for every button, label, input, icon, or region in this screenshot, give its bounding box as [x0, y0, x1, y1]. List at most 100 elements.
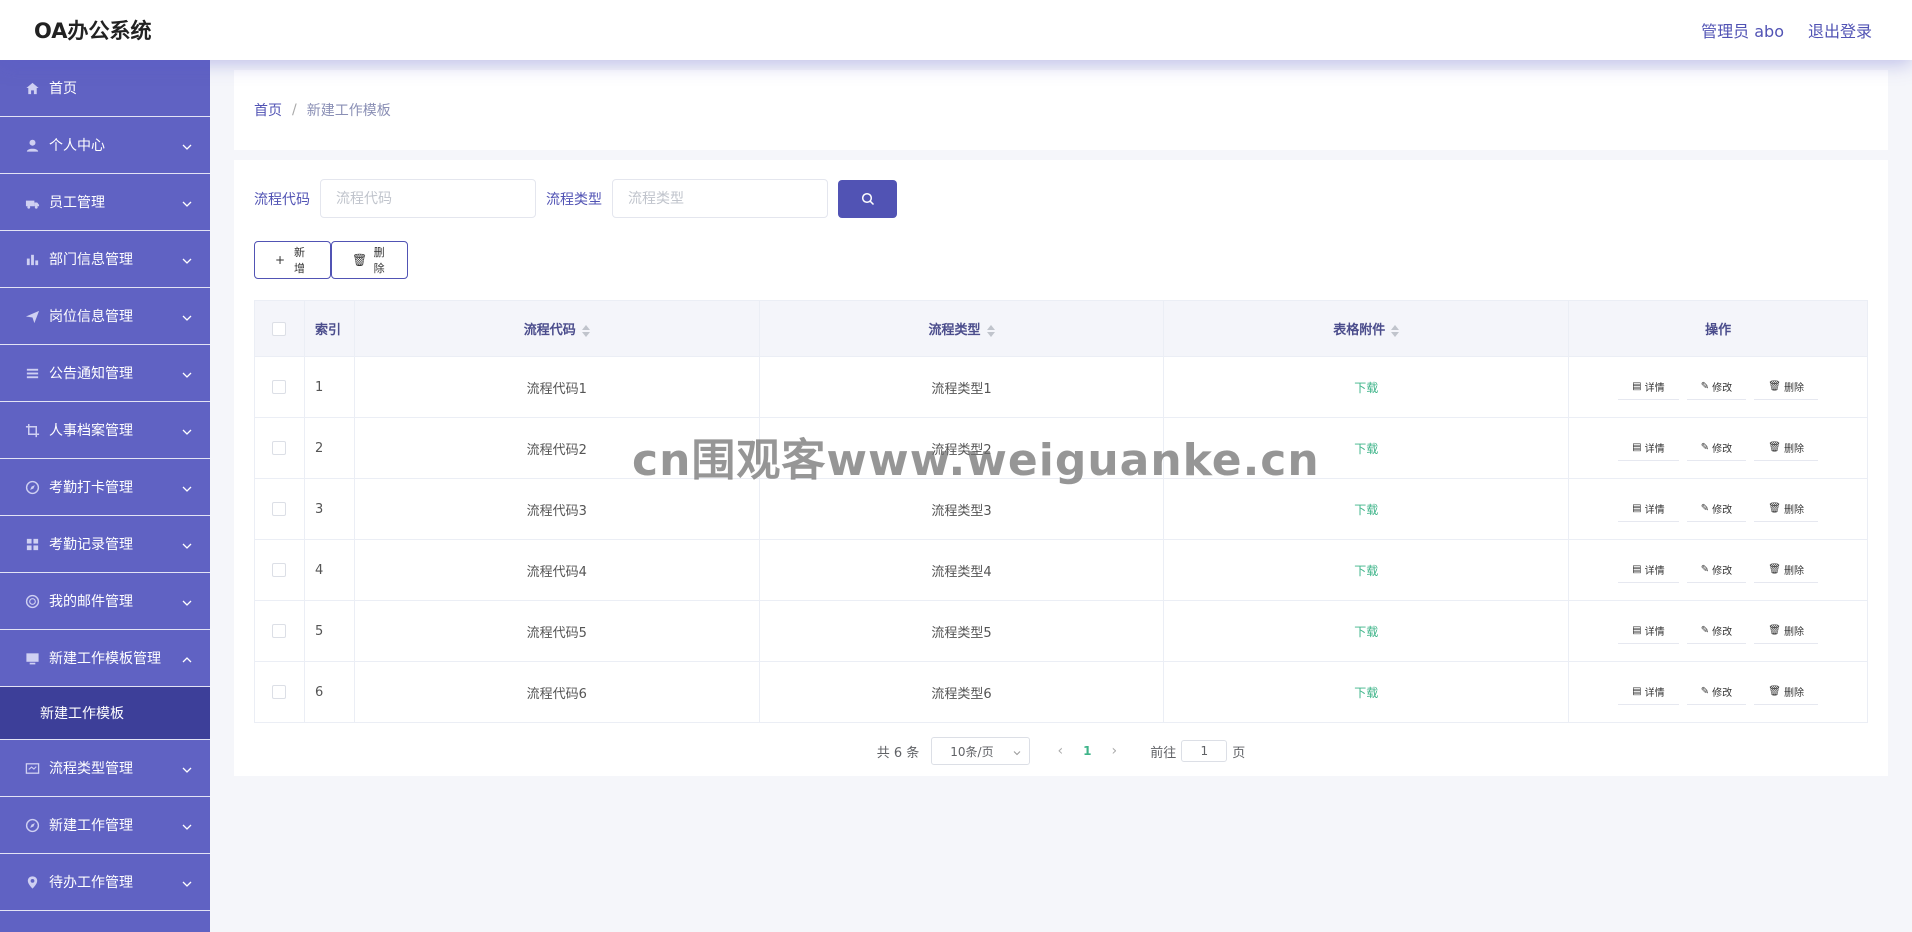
edit-button[interactable]: ✎ 修改: [1686, 374, 1747, 400]
sidebar-item-new-work[interactable]: 新建工作管理: [0, 797, 210, 854]
page-number-current[interactable]: 1: [1072, 744, 1102, 758]
row-delete-button[interactable]: 🗑 删除: [1754, 618, 1818, 644]
detail-label: 详情: [1644, 688, 1665, 699]
type-label: 流程类型: [546, 191, 602, 208]
row-delete-button[interactable]: 🗑 删除: [1754, 557, 1818, 583]
content-card: 流程代码 流程类型 + 新增 🗑 删除 索引 流程代码 流程类型 表格附件 操作: [234, 160, 1888, 776]
logout-link[interactable]: 退出登录: [1808, 18, 1872, 42]
detail-button[interactable]: ▤ 详情: [1618, 435, 1679, 461]
row-code: 流程代码1: [353, 356, 760, 418]
goto-page-input[interactable]: [1181, 740, 1228, 762]
chevron-down-icon: [182, 539, 192, 549]
breadcrumb-current: 新建工作模板: [306, 103, 391, 119]
compass-icon: [24, 817, 40, 833]
sidebar-item-label: 流程类型管理: [49, 761, 133, 777]
header-code[interactable]: 流程代码: [353, 300, 760, 357]
sidebar-item-position[interactable]: 岗位信息管理: [0, 288, 210, 345]
breadcrumb-home[interactable]: 首页: [254, 100, 282, 120]
user-name-link[interactable]: 管理员 abo: [1701, 18, 1784, 42]
crop-icon: [24, 422, 40, 438]
edit-button[interactable]: ✎ 修改: [1686, 679, 1747, 705]
row-select-cell: [254, 539, 305, 601]
edit-button[interactable]: ✎ 修改: [1686, 435, 1747, 461]
row-checkbox[interactable]: [272, 441, 287, 455]
user-icon: [24, 137, 40, 153]
download-link[interactable]: 下载: [1354, 625, 1378, 639]
select-all-checkbox[interactable]: [272, 321, 287, 336]
sidebar-item-label: 个人中心: [49, 138, 105, 154]
row-delete-label: 删除: [1783, 383, 1804, 394]
action-bar: + 新增 🗑 删除: [254, 241, 408, 279]
row-delete-button[interactable]: 🗑 删除: [1754, 496, 1818, 522]
sidebar-item-home[interactable]: 首页: [0, 60, 210, 117]
download-link[interactable]: 下载: [1354, 564, 1378, 578]
delete-button[interactable]: 🗑 删除: [331, 241, 408, 279]
table-body: 1 流程代码1 流程类型1 下载 ▤ 详情 ✎ 修改 🗑 删除 2 流程代码2 流程类…: [254, 356, 1868, 723]
page-size-select[interactable]: 10条/页: [931, 737, 1031, 765]
search-button[interactable]: [838, 179, 897, 218]
sort-icon[interactable]: [1391, 324, 1400, 338]
row-checkbox[interactable]: [272, 563, 287, 577]
header-type[interactable]: 流程类型: [758, 300, 1165, 357]
row-checkbox[interactable]: [272, 380, 287, 394]
row-checkbox[interactable]: [272, 502, 287, 516]
next-page-button[interactable]: ›: [1102, 743, 1126, 759]
detail-label: 详情: [1644, 566, 1665, 577]
edit-button[interactable]: ✎ 修改: [1686, 557, 1747, 583]
home-icon: [24, 80, 40, 96]
sidebar-item-label: 新建工作管理: [49, 818, 133, 834]
trash-icon: 🗑: [1768, 442, 1781, 453]
sort-icon[interactable]: [581, 324, 590, 338]
row-delete-button[interactable]: 🗑 删除: [1754, 435, 1818, 461]
header-index: 索引: [303, 300, 355, 357]
download-link[interactable]: 下载: [1354, 381, 1378, 395]
row-code: 流程代码6: [353, 661, 760, 723]
send-icon: [24, 308, 40, 324]
detail-button[interactable]: ▤ 详情: [1618, 557, 1679, 583]
sidebar-item-mail[interactable]: 我的邮件管理: [0, 573, 210, 630]
row-file-cell: 下载: [1163, 539, 1570, 601]
row-checkbox[interactable]: [272, 624, 287, 638]
sidebar-item-label: 岗位信息管理: [49, 309, 133, 325]
prev-page-button[interactable]: ‹: [1048, 743, 1072, 759]
edit-button[interactable]: ✎ 修改: [1686, 496, 1747, 522]
download-link[interactable]: 下载: [1354, 442, 1378, 456]
sidebar-item-label: 人事档案管理: [49, 423, 133, 439]
sidebar-item-template[interactable]: 新建工作模板管理: [0, 630, 210, 687]
chevron-down-icon: [182, 820, 192, 830]
sidebar-item-checkin[interactable]: 考勤打卡管理: [0, 459, 210, 516]
sidebar-item-staff[interactable]: 员工管理: [0, 174, 210, 231]
add-button[interactable]: + 新增: [254, 241, 331, 279]
detail-button[interactable]: ▤ 详情: [1618, 496, 1679, 522]
download-link[interactable]: 下载: [1354, 503, 1378, 517]
sidebar-item-department[interactable]: 部门信息管理: [0, 231, 210, 288]
row-checkbox[interactable]: [272, 685, 287, 699]
code-search-input[interactable]: [320, 179, 536, 218]
row-delete-button[interactable]: 🗑 删除: [1754, 374, 1818, 400]
sidebar-subitem-new-template[interactable]: 新建工作模板: [0, 687, 210, 740]
sidebar-item-todo[interactable]: 待办工作管理: [0, 854, 210, 911]
row-index: 6: [303, 661, 355, 723]
detail-button[interactable]: ▤ 详情: [1618, 618, 1679, 644]
row-delete-button[interactable]: 🗑 删除: [1754, 679, 1818, 705]
download-link[interactable]: 下载: [1354, 686, 1378, 700]
sidebar-item-profile[interactable]: 个人中心: [0, 117, 210, 174]
sidebar-item-hr-archive[interactable]: 人事档案管理: [0, 402, 210, 459]
row-op-cell: ▤ 详情 ✎ 修改 🗑 删除: [1568, 600, 1868, 662]
edit-icon: ✎: [1700, 381, 1710, 392]
document-icon: ▤: [1632, 381, 1642, 392]
table-row: 5 流程代码5 流程类型5 下载 ▤ 详情 ✎ 修改 🗑 删除: [254, 600, 1868, 662]
sort-icon[interactable]: [986, 324, 995, 338]
type-search-input[interactable]: [612, 179, 828, 218]
header-index-label: 索引: [314, 323, 341, 338]
edit-icon: ✎: [1700, 686, 1710, 697]
sidebar-item-attendance[interactable]: 考勤记录管理: [0, 516, 210, 573]
sidebar-item-notice[interactable]: 公告通知管理: [0, 345, 210, 402]
edit-button[interactable]: ✎ 修改: [1686, 618, 1747, 644]
header-file[interactable]: 表格附件: [1163, 300, 1570, 357]
detail-button[interactable]: ▤ 详情: [1618, 374, 1679, 400]
row-op-cell: ▤ 详情 ✎ 修改 🗑 删除: [1568, 417, 1868, 479]
detail-button[interactable]: ▤ 详情: [1618, 679, 1679, 705]
sidebar-item-label: 新建工作模板管理: [49, 651, 161, 667]
sidebar-item-process-type[interactable]: 流程类型管理: [0, 740, 210, 797]
